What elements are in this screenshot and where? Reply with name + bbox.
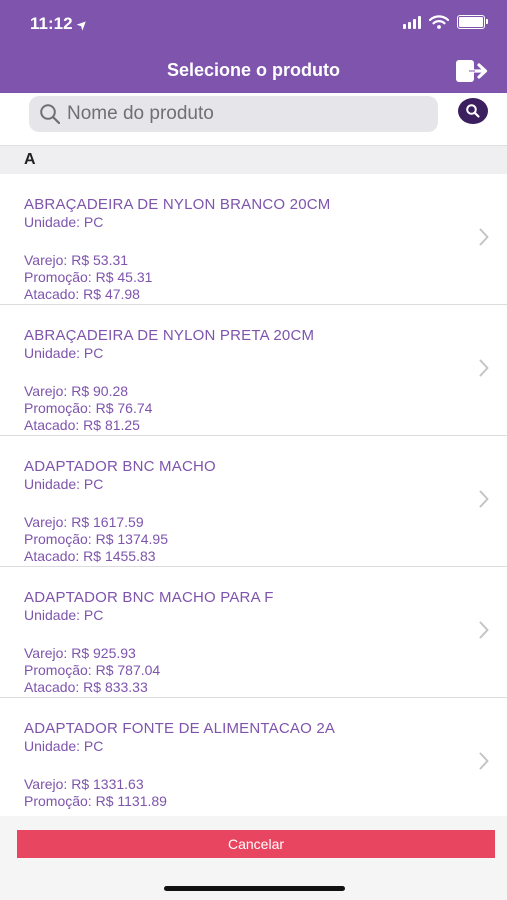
product-price-promo: Promoção: R$ 787.04 [24, 662, 161, 678]
product-price-wholesale: Atacado: R$ 833.33 [24, 679, 148, 695]
search-icon [40, 104, 61, 125]
product-price-wholesale: Atacado: R$ 47.98 [24, 286, 140, 302]
product-unit: Unidade: PC [24, 738, 104, 754]
chevron-right-icon [479, 490, 489, 508]
status-time: 11:12➤ [30, 14, 91, 34]
footer: Cancelar [0, 816, 507, 900]
product-item[interactable]: ADAPTADOR BNC MACHO Unidade: PC Varejo: … [0, 436, 507, 567]
section-letter: A [24, 151, 36, 168]
product-price-promo: Promoção: R$ 76.74 [24, 400, 153, 416]
search-icon [466, 104, 480, 118]
location-arrow-icon: ➤ [72, 15, 91, 34]
product-price-promo: Promoção: R$ 1374.95 [24, 531, 168, 547]
search-button[interactable] [458, 98, 488, 124]
product-list: ABRAÇADEIRA DE NYLON BRANCO 20CM Unidade… [0, 174, 507, 816]
product-name: ADAPTADOR BNC MACHO [24, 458, 216, 475]
product-price-retail: Varejo: R$ 1331.63 [24, 776, 144, 792]
status-icons [403, 15, 488, 29]
chevron-right-icon [479, 359, 489, 377]
section-header: A [0, 145, 507, 174]
product-price-retail: Varejo: R$ 925.93 [24, 645, 136, 661]
product-item[interactable]: ADAPTADOR BNC MACHO PARA F Unidade: PC V… [0, 567, 507, 698]
product-item[interactable]: ABRAÇADEIRA DE NYLON BRANCO 20CM Unidade… [0, 174, 507, 305]
product-price-wholesale: Atacado: R$ 1455.83 [24, 548, 156, 564]
product-unit: Unidade: PC [24, 345, 104, 361]
product-name: ADAPTADOR FONTE DE ALIMENTACAO 2A [24, 720, 336, 737]
product-price-promo: Promoção: R$ 1131.89 [24, 793, 167, 809]
home-indicator[interactable] [164, 886, 345, 891]
product-price-wholesale: Atacado: R$ 81.25 [24, 417, 140, 433]
product-name: ABRAÇADEIRA DE NYLON PRETA 20CM [24, 327, 315, 344]
product-price-retail: Varejo: R$ 90.28 [24, 383, 129, 399]
product-unit: Unidade: PC [24, 607, 104, 623]
search-field[interactable] [29, 96, 438, 132]
chevron-right-icon [479, 752, 489, 770]
product-item[interactable]: ABRAÇADEIRA DE NYLON PRETA 20CM Unidade:… [0, 305, 507, 436]
search-input[interactable] [67, 103, 407, 125]
product-unit: Unidade: PC [24, 214, 104, 230]
product-price-retail: Varejo: R$ 53.31 [24, 252, 129, 268]
nav-header: 11:12➤ Selecione o produto [0, 0, 507, 93]
product-name: ABRAÇADEIRA DE NYLON BRANCO 20CM [24, 196, 331, 213]
cancel-button[interactable]: Cancelar [17, 830, 495, 858]
page-title: Selecione o produto [166, 60, 340, 80]
product-unit: Unidade: PC [24, 476, 104, 492]
search-bar [0, 93, 507, 145]
battery-icon [457, 15, 488, 29]
signal-icon [403, 15, 421, 29]
product-name: ADAPTADOR BNC MACHO PARA F [24, 589, 274, 606]
product-item[interactable]: ADAPTADOR FONTE DE ALIMENTACAO 2A Unidad… [0, 698, 507, 816]
wifi-icon [429, 15, 449, 29]
chevron-right-icon [479, 228, 489, 246]
product-price-promo: Promoção: R$ 45.31 [24, 269, 153, 285]
chevron-right-icon [479, 621, 489, 639]
logout-icon[interactable] [455, 58, 489, 84]
product-price-retail: Varejo: R$ 1617.59 [24, 514, 144, 530]
status-time-text: 11:12 [30, 14, 73, 33]
